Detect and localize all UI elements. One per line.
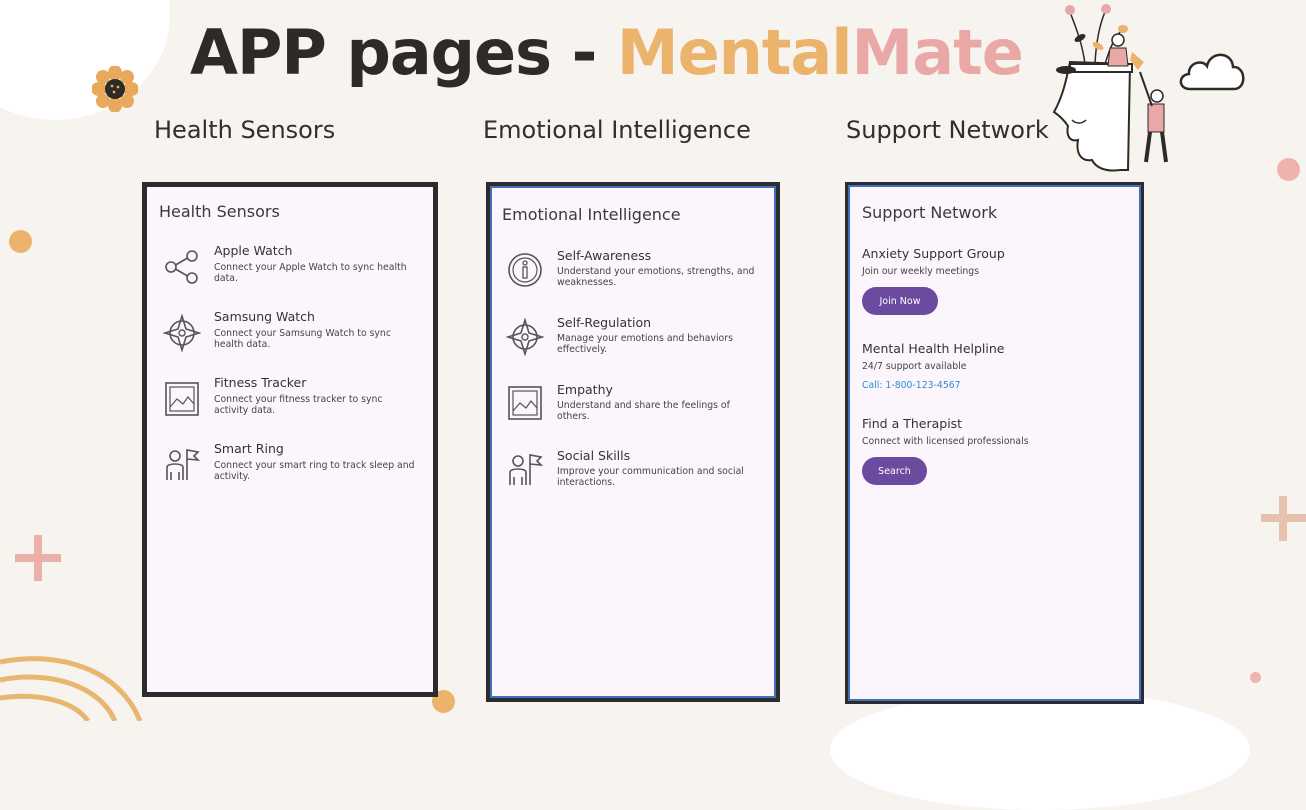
support-group-title: Anxiety Support Group [862, 246, 1005, 261]
item-name: Fitness Tracker [214, 375, 307, 390]
skill-item-empathy[interactable]: Empathy Understand and share the feeling… [490, 382, 776, 442]
skill-item-self-awareness[interactable]: Self-Awareness Understand your emotions,… [490, 248, 776, 308]
section-heading-health: Health Sensors [154, 116, 336, 144]
item-description: Connect your Samsung Watch to sync healt… [214, 328, 391, 350]
health-sensors-screen: Health Sensors Apple Watch Connect your … [142, 182, 438, 697]
item-description: Understand and share the feelings of oth… [557, 400, 730, 422]
skill-item-self-regulation[interactable]: Self-Regulation Manage your emotions and… [490, 315, 776, 375]
decorative-white-blob [0, 0, 170, 120]
item-description: Connect your smart ring to track sleep a… [214, 460, 415, 482]
compass-icon [163, 314, 201, 352]
sensor-item-smart-ring[interactable]: Smart Ring Connect your smart ring to tr… [147, 441, 433, 501]
search-button[interactable]: Search [862, 457, 927, 485]
sensor-item-fitness-tracker[interactable]: Fitness Tracker Connect your fitness tra… [147, 375, 433, 435]
cloud-icon [1179, 53, 1245, 91]
share-icon [165, 250, 198, 284]
screen-title: Emotional Intelligence [502, 205, 681, 224]
support-group-subtitle: Join our weekly meetings [862, 266, 980, 277]
item-description: Understand your emotions, strengths, and… [557, 266, 755, 288]
flower-icon [92, 66, 138, 112]
item-name: Social Skills [557, 448, 631, 463]
item-description: Connect your Apple Watch to sync health … [214, 262, 407, 284]
decorative-dot-pink [1277, 158, 1300, 181]
support-network-screen: Support Network Anxiety Support Group Jo… [845, 182, 1144, 704]
person-flag-icon [509, 454, 544, 485]
info-icon [508, 253, 542, 287]
screen-title: Health Sensors [159, 202, 280, 221]
sensor-item-apple-watch[interactable]: Apple Watch Connect your Apple Watch to … [147, 243, 433, 303]
section-heading-emotional: Emotional Intelligence [483, 116, 751, 144]
slide-title: APP pages - MentalMate [190, 16, 1024, 116]
item-name: Samsung Watch [214, 309, 315, 324]
decorative-dot-pink-small [1250, 672, 1261, 683]
plus-decoration-right [1261, 496, 1306, 541]
image-icon [165, 382, 199, 416]
helpline-phone-link[interactable]: Call: 1-800-123-4567 [862, 380, 961, 391]
sensor-item-samsung-watch[interactable]: Samsung Watch Connect your Samsung Watch… [147, 309, 433, 369]
helpline-title: Mental Health Helpline [862, 341, 1005, 356]
join-now-button[interactable]: Join Now [862, 287, 938, 315]
compass-icon [506, 318, 544, 356]
item-name: Smart Ring [214, 441, 284, 456]
item-description: Manage your emotions and behaviors effec… [557, 333, 733, 355]
section-heading-support: Support Network [846, 116, 1049, 144]
decorative-dot-orange [9, 230, 32, 253]
decorative-white-blob-bottom [830, 690, 1250, 810]
swirl-lines-decoration [0, 656, 143, 721]
item-name: Empathy [557, 382, 613, 397]
plus-decoration [15, 535, 61, 581]
head-illustration [1052, 4, 1168, 172]
title-prefix: APP pages - [190, 16, 617, 89]
helpline-subtitle: 24/7 support available [862, 361, 967, 372]
therapist-title: Find a Therapist [862, 416, 963, 431]
skill-item-social-skills[interactable]: Social Skills Improve your communication… [490, 448, 776, 508]
title-brand-mate: Mate [851, 16, 1024, 89]
therapist-subtitle: Connect with licensed professionals [862, 436, 1029, 447]
item-name: Self-Regulation [557, 315, 652, 330]
emotional-intelligence-screen: Emotional Intelligence Self-Awareness Un… [486, 182, 780, 702]
person-flag-icon [166, 449, 201, 480]
item-name: Apple Watch [214, 243, 293, 258]
item-name: Self-Awareness [557, 248, 652, 263]
item-description: Connect your fitness tracker to sync act… [214, 394, 383, 416]
screen-title: Support Network [862, 203, 998, 222]
image-icon [508, 386, 542, 420]
item-description: Improve your communication and social in… [557, 466, 744, 488]
title-brand-mental: Mental [616, 16, 853, 89]
